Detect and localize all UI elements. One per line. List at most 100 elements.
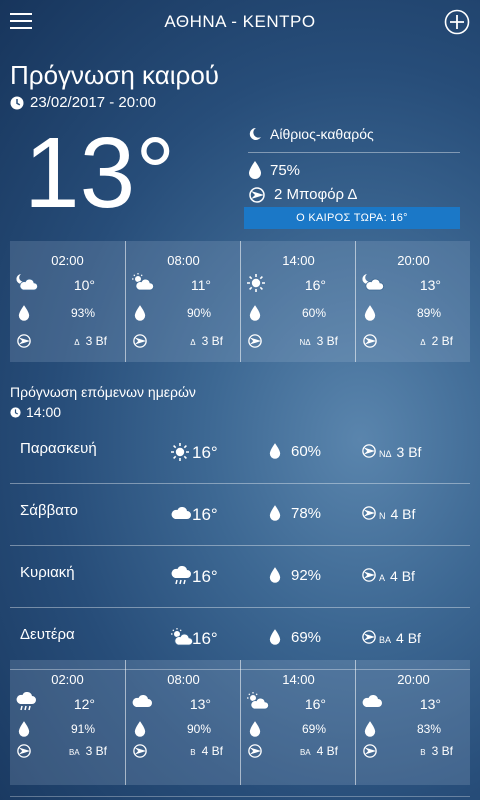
current-datetime: 23/02/2017 - 20:00	[10, 94, 156, 111]
plus-circle-icon[interactable]	[444, 9, 470, 35]
hour-temperature: 16°	[304, 696, 326, 712]
wind-beaufort: 4 Bf	[396, 630, 421, 646]
drop-icon	[269, 505, 281, 521]
drop-icon	[134, 721, 146, 737]
wind-direction: Δ	[190, 338, 196, 347]
sun-icon	[170, 442, 190, 462]
wind-text: 2 Μποφόρ Δ	[274, 186, 358, 203]
day-wind: Ν 4 Bf	[379, 506, 415, 522]
rain-cloud-icon	[170, 566, 192, 586]
hourly-forecast-today: 02:00 10° 93% Δ 3 Bf 08:00 11° 90% Δ 3 Bf 14:00 16°…	[10, 241, 470, 362]
day-wind: ΒΑ 4 Bf	[379, 630, 421, 646]
hourly-column[interactable]: 20:00 13° 89% Δ 2 Bf	[355, 241, 471, 362]
drop-icon	[249, 721, 261, 737]
hourly-column[interactable]: 20:00 13° 83% Β 3 Bf	[355, 660, 471, 785]
day-temperature: 16°	[192, 629, 218, 648]
sun-icon	[246, 273, 266, 293]
sky-condition: Αίθριος-καθαρός	[248, 126, 460, 142]
day-name: Κυριακή	[20, 564, 75, 581]
hourly-column[interactable]: 14:00 16° 60% ΝΔ 3 Bf	[240, 241, 356, 362]
hour-time: 14:00	[282, 253, 315, 268]
hour-wind: ΒΑ 4 Bf	[300, 744, 338, 758]
drop-icon	[364, 721, 376, 737]
wind-direction: Δ	[420, 338, 426, 347]
cloud-moon-icon	[361, 273, 385, 291]
wind-beaufort: 4 Bf	[316, 744, 338, 758]
day-humidity: 92%	[291, 567, 322, 584]
hour-time: 02:00	[51, 672, 84, 687]
hour-temperature: 10°	[73, 277, 95, 293]
datetime-text: 23/02/2017 - 20:00	[30, 94, 156, 111]
wind-beaufort: 4 Bf	[201, 744, 223, 758]
humidity-row: 75%	[248, 161, 460, 179]
drop-icon	[364, 305, 376, 321]
hour-wind: Δ 3 Bf	[74, 334, 107, 348]
wind-icon	[248, 186, 266, 203]
hour-humidity: 90%	[186, 722, 211, 736]
clock-icon	[10, 406, 21, 418]
day-temperature: 16°	[192, 443, 218, 462]
wind-icon	[361, 444, 377, 458]
drop-icon	[248, 161, 262, 179]
day-wind: ΝΔ 3 Bf	[379, 444, 421, 460]
wind-direction: Ν	[379, 511, 386, 521]
wind-direction: ΒΑ	[68, 748, 80, 757]
wind-icon	[361, 630, 377, 644]
drop-icon	[269, 629, 281, 645]
hour-wind: Β 4 Bf	[190, 744, 223, 758]
drop-icon	[269, 567, 281, 583]
hour-humidity: 83%	[416, 722, 441, 736]
day-name: Σάββατο	[20, 502, 78, 519]
wind-icon	[132, 744, 148, 758]
wind-beaufort: 3 Bf	[431, 744, 453, 758]
humidity-text: 75%	[270, 161, 301, 179]
hourly-column[interactable]: 02:00 12° 91% ΒΑ 3 Bf	[10, 660, 125, 785]
hourly-column[interactable]: 02:00 10° 93% Δ 3 Bf	[10, 241, 125, 362]
divider	[10, 796, 470, 797]
moon-icon	[248, 127, 262, 141]
hourly-column[interactable]: 08:00 11° 90% Δ 3 Bf	[125, 241, 241, 362]
hourly-forecast-monday: 02:00 12° 91% ΒΑ 3 Bf 08:00 13° 90% Β 4 Bf 14:00 16…	[10, 660, 470, 785]
wind-beaufort: 3 Bf	[85, 744, 107, 758]
current-temperature: 13°	[24, 117, 176, 229]
hourly-column[interactable]: 14:00 16° 69% ΒΑ 4 Bf	[240, 660, 356, 785]
wind-direction: ΝΔ	[379, 449, 392, 459]
day-temperature: 16°	[192, 505, 218, 524]
day-humidity: 69%	[291, 629, 322, 646]
day-humidity: 78%	[291, 505, 322, 522]
hour-humidity: 90%	[186, 306, 211, 320]
wind-direction: Β	[190, 748, 196, 757]
day-humidity: 60%	[291, 443, 322, 460]
wind-icon	[362, 334, 378, 348]
next-days-title: Πρόγνωση επόμενων ημερών	[10, 384, 196, 400]
hour-temperature: 11°	[190, 277, 211, 293]
day-row[interactable]: Κυριακή 16° 92% Α 4 Bf	[10, 545, 470, 608]
day-row[interactable]: Σάββατο 16° 78% Ν 4 Bf	[10, 483, 470, 546]
wind-icon	[132, 334, 148, 348]
hourly-column[interactable]: 08:00 13° 90% Β 4 Bf	[125, 660, 241, 785]
wind-icon	[16, 744, 32, 758]
cloud-icon	[170, 504, 192, 520]
hour-humidity: 89%	[416, 306, 441, 320]
wind-beaufort: 3 Bf	[316, 334, 338, 348]
current-weather-bar[interactable]: Ο ΚΑΙΡΟΣ ΤΩΡΑ: 16°	[244, 207, 460, 229]
hour-time: 20:00	[397, 672, 430, 687]
cloud-icon	[131, 692, 153, 708]
drop-icon	[134, 305, 146, 321]
day-row[interactable]: Παρασκευή 16° 60% ΝΔ 3 Bf	[10, 421, 470, 484]
hour-time: 08:00	[167, 672, 200, 687]
day-name: Δευτέρα	[20, 626, 75, 643]
day-name: Παρασκευή	[20, 440, 97, 457]
next-days-time: 14:00	[10, 404, 61, 420]
hour-wind: Δ 3 Bf	[190, 334, 223, 348]
hour-wind: ΝΔ 3 Bf	[300, 334, 338, 348]
wind-direction: ΝΔ	[299, 338, 311, 347]
cloud-sun-icon	[246, 692, 270, 710]
hour-temperature: 13°	[419, 277, 441, 293]
wind-direction: ΒΑ	[379, 635, 392, 645]
hour-time: 02:00	[51, 253, 84, 268]
wind-beaufort: 4 Bf	[390, 506, 416, 522]
hour-temperature: 13°	[189, 696, 211, 712]
cloud-sun-icon	[170, 628, 194, 646]
wind-icon	[362, 744, 378, 758]
